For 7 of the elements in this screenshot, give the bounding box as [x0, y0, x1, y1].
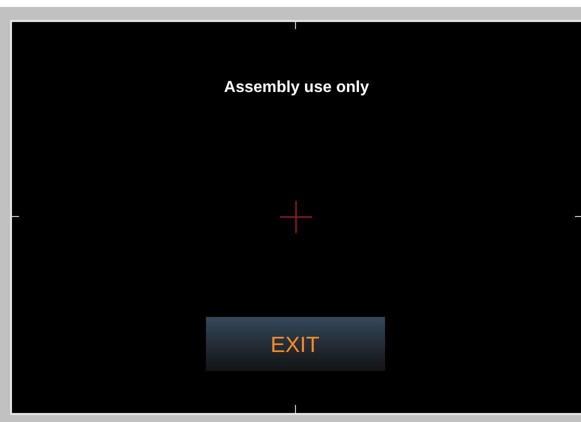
bottom-tick-mark — [295, 405, 296, 413]
left-tick-mark — [12, 216, 19, 217]
exit-button[interactable]: EXIT — [206, 317, 384, 371]
crosshair-icon — [279, 200, 313, 234]
top-tick-mark — [295, 22, 296, 29]
right-tick-mark — [575, 216, 581, 217]
screen-title: Assembly use only — [224, 78, 369, 98]
